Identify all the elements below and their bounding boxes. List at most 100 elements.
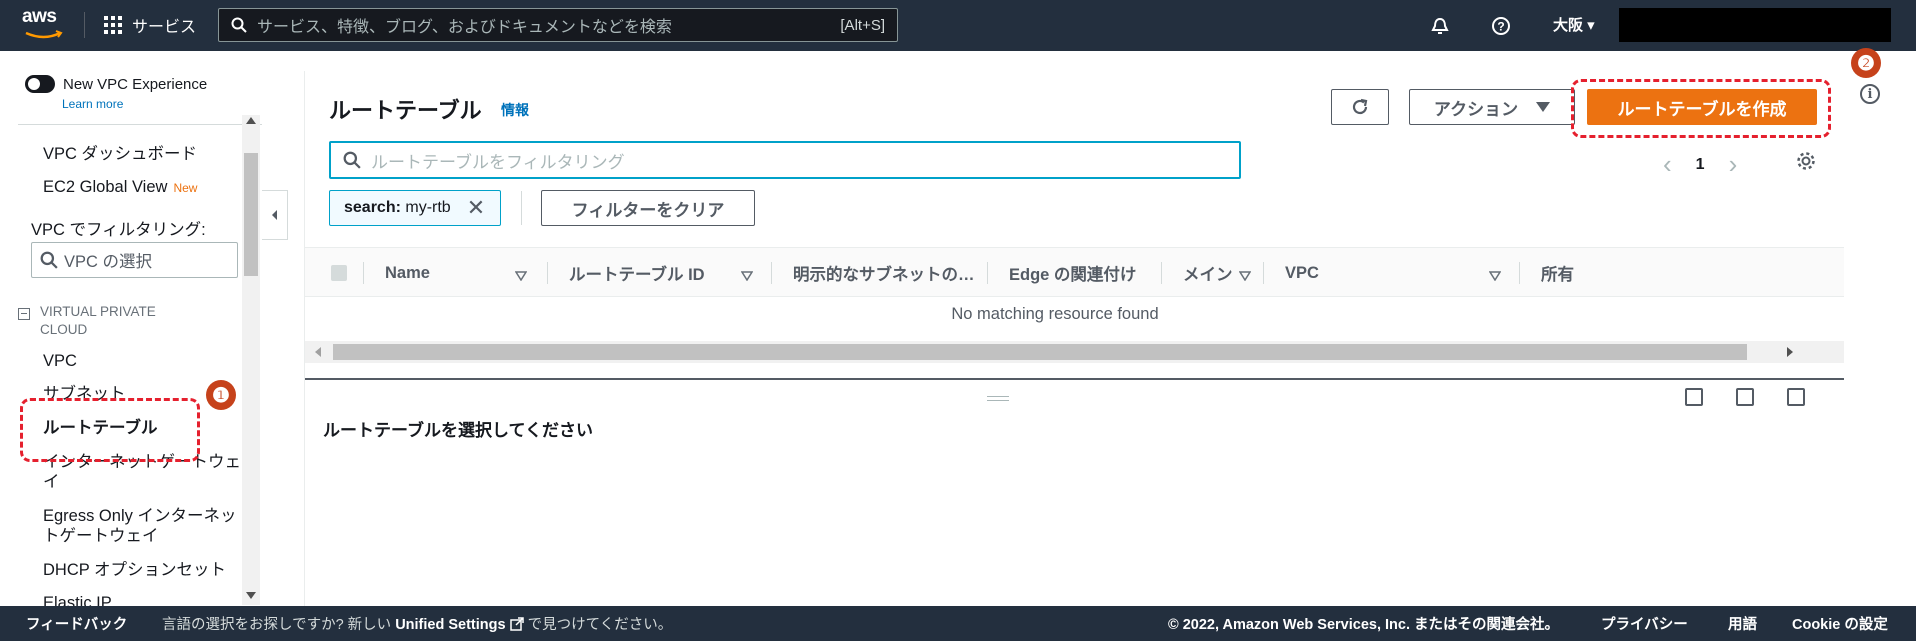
split-side-icon[interactable] bbox=[1736, 388, 1754, 406]
filter-token: search: my-rtb ✕ bbox=[329, 190, 501, 226]
sidebar-item-label: EC2 Global View bbox=[43, 178, 168, 196]
toggle-label: New VPC Experience bbox=[63, 75, 208, 93]
annotation-box-1 bbox=[20, 398, 200, 462]
language-notice: 言語の選択をお探しですか? 新しい Unified Settings で見つけて… bbox=[162, 617, 673, 633]
column-header-name[interactable]: Name bbox=[385, 248, 430, 298]
scroll-down-icon[interactable] bbox=[246, 592, 256, 599]
scrollbar-thumb[interactable] bbox=[244, 153, 258, 276]
route-table-filter-placeholder: ルートテーブルをフィルタリング bbox=[371, 152, 625, 172]
sidebar: New VPC Experience Learn more VPC ダッシュボー… bbox=[0, 51, 262, 606]
gear-icon[interactable] bbox=[1795, 150, 1817, 177]
cookie-settings-link[interactable]: Cookie の設定 bbox=[1792, 613, 1888, 634]
column-header-edge-associations[interactable]: Edge の関連付け bbox=[1009, 248, 1136, 298]
sidebar-item-ec2-global-view[interactable]: EC2 Global View New bbox=[43, 177, 197, 198]
aws-smile-icon bbox=[25, 30, 63, 39]
sort-icon[interactable] bbox=[740, 268, 754, 286]
sidebar-item-elastic-ip[interactable]: Elastic IP bbox=[43, 593, 112, 606]
nav-divider bbox=[84, 12, 85, 38]
unified-settings-link[interactable]: Unified Settings bbox=[395, 617, 505, 633]
services-menu-button[interactable]: サービス bbox=[104, 12, 196, 38]
sidebar-item-egress-only-igw[interactable]: Egress Only インターネットゲートウェイ bbox=[43, 506, 243, 546]
top-navigation: aws サービス サービス、特徴、ブログ、およびドキュメントなどを検索 [Alt… bbox=[0, 0, 1916, 51]
vpc-filter-input[interactable]: VPC の選択 bbox=[31, 242, 238, 278]
sidebar-scrollbar[interactable] bbox=[242, 115, 260, 605]
sort-icon[interactable] bbox=[1488, 268, 1502, 286]
sidebar-item-vpc-dashboard[interactable]: VPC ダッシュボード bbox=[43, 144, 197, 164]
learn-more-link[interactable]: Learn more bbox=[62, 97, 123, 111]
sidebar-item-vpc[interactable]: VPC bbox=[43, 351, 77, 371]
chevron-left-icon bbox=[271, 210, 277, 220]
select-all-checkbox[interactable] bbox=[331, 265, 347, 281]
info-icon[interactable]: i bbox=[1860, 84, 1880, 104]
column-header-explicit-subnets[interactable]: 明示的なサブネットの… bbox=[793, 248, 975, 298]
refresh-button[interactable] bbox=[1331, 89, 1389, 125]
sort-icon[interactable] bbox=[514, 268, 528, 286]
global-search-input[interactable]: サービス、特徴、ブログ、およびドキュメントなどを検索 [Alt+S] bbox=[218, 8, 898, 42]
filter-token-key: search: bbox=[344, 199, 401, 216]
empty-table-message: No matching resource found bbox=[951, 305, 1159, 323]
info-link[interactable]: 情報 bbox=[501, 100, 529, 120]
collapse-sidebar-button[interactable] bbox=[262, 190, 288, 240]
aws-logo[interactable]: aws bbox=[22, 6, 66, 44]
services-label: サービス bbox=[132, 19, 197, 36]
table-horizontal-scrollbar[interactable] bbox=[305, 341, 1845, 363]
filter-token-value: my-rtb bbox=[405, 199, 451, 216]
resize-handle-icon[interactable] bbox=[987, 396, 1009, 404]
sidebar-item-dhcp-options[interactable]: DHCP オプションセット bbox=[43, 560, 226, 580]
table-header: Name ルートテーブル ID 明示的なサブネットの… Edge の関連付け メ… bbox=[305, 247, 1845, 297]
split-panel-divider[interactable] bbox=[305, 378, 1845, 380]
annotation-box-2 bbox=[1571, 79, 1831, 138]
copyright-text: © 2022, Amazon Web Services, Inc. またはその関… bbox=[1168, 617, 1560, 633]
caret-down-icon bbox=[1536, 102, 1551, 112]
column-header-vpc[interactable]: VPC bbox=[1285, 248, 1319, 298]
split-hidden-icon[interactable] bbox=[1787, 388, 1805, 406]
scroll-right-icon[interactable] bbox=[1787, 347, 1793, 357]
clear-filters-button[interactable]: フィルターをクリア bbox=[541, 190, 755, 226]
external-link-icon bbox=[509, 617, 524, 631]
route-table-filter-input[interactable]: ルートテーブルをフィルタリング bbox=[329, 141, 1241, 179]
search-shortcut: [Alt+S] bbox=[840, 16, 885, 34]
section-virtual-private-cloud[interactable]: VIRTUAL PRIVATE CLOUD bbox=[18, 303, 190, 339]
sidebar-divider bbox=[18, 124, 262, 125]
previous-page-icon[interactable]: ‹ bbox=[1663, 149, 1672, 180]
vpc-filter-placeholder: VPC の選択 bbox=[64, 253, 153, 271]
account-menu[interactable] bbox=[1619, 8, 1891, 42]
svg-text:?: ? bbox=[1497, 20, 1504, 34]
main-panel: ルートテーブル 情報 アクション ルートテーブルを作成 ルートテーブルをフィルタ… bbox=[304, 71, 1845, 606]
grid-icon bbox=[104, 16, 122, 34]
column-header-route-table-id[interactable]: ルートテーブル ID bbox=[569, 248, 705, 298]
search-icon bbox=[231, 17, 247, 33]
help-icon[interactable]: ? bbox=[1488, 13, 1514, 39]
remove-filter-icon[interactable]: ✕ bbox=[467, 195, 485, 221]
toggle-switch[interactable] bbox=[25, 75, 55, 93]
collapse-section-icon bbox=[18, 308, 30, 320]
annotation-badge-1: ❶ bbox=[206, 380, 236, 410]
new-vpc-experience-toggle[interactable]: New VPC Experience bbox=[25, 75, 207, 93]
actions-dropdown-button[interactable]: アクション bbox=[1409, 89, 1575, 125]
actions-label: アクション bbox=[1433, 99, 1519, 119]
region-selector[interactable]: 大阪 ▾ bbox=[1553, 14, 1595, 35]
split-bottom-icon[interactable] bbox=[1685, 388, 1703, 406]
search-icon bbox=[343, 151, 361, 169]
global-search-placeholder: サービス、特徴、ブログ、およびドキュメントなどを検索 bbox=[257, 19, 672, 36]
aws-logo-text: aws bbox=[22, 6, 57, 27]
scroll-up-icon[interactable] bbox=[246, 117, 256, 124]
annotation-badge-2: ❷ bbox=[1851, 48, 1881, 78]
terms-link[interactable]: 用語 bbox=[1728, 613, 1757, 634]
bell-icon[interactable] bbox=[1427, 13, 1453, 39]
scrollbar-thumb[interactable] bbox=[333, 344, 1747, 360]
next-page-icon[interactable]: › bbox=[1729, 149, 1738, 180]
new-badge: New bbox=[173, 181, 198, 195]
scroll-left-icon[interactable] bbox=[315, 347, 321, 357]
privacy-link[interactable]: プライバシー bbox=[1601, 613, 1688, 634]
section-title: VIRTUAL PRIVATE CLOUD bbox=[40, 304, 156, 337]
page-title: ルートテーブル bbox=[329, 98, 482, 123]
footer: フィードバック 言語の選択をお探しですか? 新しい Unified Settin… bbox=[0, 606, 1916, 641]
tools-rail bbox=[1844, 51, 1916, 606]
current-page-number[interactable]: 1 bbox=[1696, 156, 1705, 174]
column-header-owner[interactable]: 所有 bbox=[1541, 248, 1574, 298]
feedback-link[interactable]: フィードバック bbox=[26, 613, 127, 634]
refresh-icon bbox=[1352, 98, 1368, 115]
column-header-main[interactable]: メイン bbox=[1183, 248, 1233, 298]
sort-icon[interactable] bbox=[1238, 268, 1252, 286]
